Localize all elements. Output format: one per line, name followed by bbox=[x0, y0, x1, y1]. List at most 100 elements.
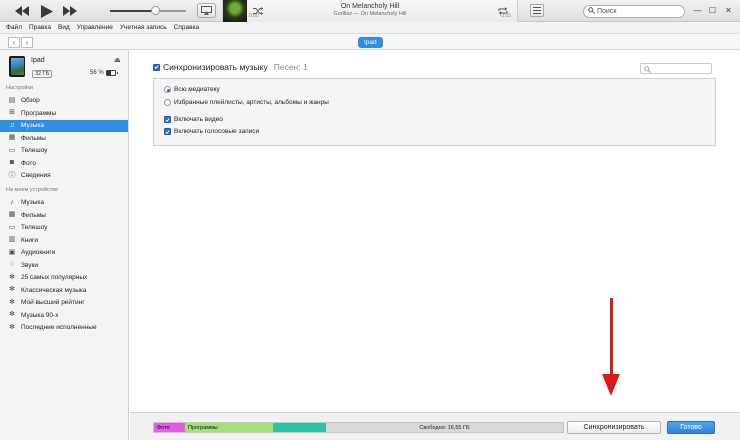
sidebar-item-device-audiobooks[interactable]: ▣ Аудиокниги bbox=[0, 247, 128, 259]
storage-segment-photos: Фото bbox=[154, 423, 185, 432]
tv-icon: ▭ bbox=[8, 223, 16, 231]
sidebar-item-label: Программы bbox=[21, 109, 57, 117]
list-view-icon[interactable] bbox=[530, 4, 544, 17]
checkbox-include-voice-memos[interactable] bbox=[164, 128, 171, 135]
menu-controls[interactable]: Управление bbox=[77, 24, 113, 31]
tv-icon: ▭ bbox=[8, 146, 16, 154]
device-button[interactable]: Ipad bbox=[358, 37, 383, 48]
sidebar-item-label: Последние исполненные bbox=[21, 324, 97, 332]
sidebar-item-apps[interactable]: ⊞ Программы bbox=[0, 108, 128, 120]
search-input[interactable] bbox=[597, 8, 677, 15]
sidebar-item-device-music[interactable]: ♪ Музыка bbox=[0, 197, 128, 209]
volume-slider[interactable] bbox=[110, 6, 186, 15]
radio-selected-playlists[interactable] bbox=[164, 99, 171, 106]
search-field[interactable] bbox=[583, 5, 685, 18]
radio-entire-library[interactable] bbox=[164, 86, 171, 93]
sidebar-item-device-tones[interactable]: ♢ Звуки bbox=[0, 260, 128, 272]
sidebar-item-playlist-top25[interactable]: ✻ 25 самых популярных bbox=[0, 272, 128, 284]
sidebar-item-label: Телешоу bbox=[21, 147, 48, 155]
sync-button[interactable]: Синхронизировать bbox=[567, 421, 661, 434]
option-label: Избранные плейлисты, артисты, альбомы и … bbox=[174, 99, 329, 106]
sidebar-item-label: Музыка bbox=[21, 199, 44, 207]
sidebar-item-label: Музыка bbox=[21, 122, 44, 130]
sidebar-item-playlist-top-rated[interactable]: ✻ Мой высший рейтинг bbox=[0, 297, 128, 309]
storage-segment-other bbox=[273, 423, 326, 432]
info-icon: ⓘ bbox=[8, 171, 16, 179]
done-button[interactable]: Готово bbox=[667, 421, 715, 434]
sync-music-checkbox[interactable] bbox=[153, 63, 160, 71]
now-playing-display: 0:00 On Melancholy Hill Gorillaz — On Me… bbox=[222, 0, 518, 22]
sidebar-item-device-tv[interactable]: ▭ Телешоу bbox=[0, 222, 128, 234]
track-subtitle: Gorillaz — On Melancholy Hill bbox=[333, 11, 407, 17]
gear-icon: ✻ bbox=[9, 286, 15, 294]
sidebar-item-label: Звуки bbox=[21, 261, 38, 269]
film-icon: ▦ bbox=[8, 134, 16, 142]
option-entire-library[interactable]: Всю медиатеку bbox=[164, 86, 220, 93]
sidebar-item-label: Сведения bbox=[21, 172, 51, 180]
menu-view[interactable]: Вид bbox=[58, 24, 70, 31]
option-label: Включать голосовые записи bbox=[174, 128, 260, 135]
annotation-arrow-head bbox=[602, 374, 620, 396]
close-icon[interactable]: ✕ bbox=[722, 4, 735, 17]
volume-knob[interactable] bbox=[151, 6, 161, 15]
battery-percent: 56 % bbox=[90, 70, 104, 76]
gear-icon: ✻ bbox=[9, 298, 15, 306]
sidebar-item-label: Фильмы bbox=[21, 134, 46, 142]
sidebar-item-label: 25 самых популярных bbox=[21, 274, 88, 282]
minimize-icon[interactable]: — bbox=[691, 4, 704, 17]
fast-forward-icon[interactable] bbox=[62, 3, 78, 19]
device-heading: На моем устройстве bbox=[6, 187, 59, 193]
menu-edit[interactable]: Правка bbox=[29, 24, 51, 31]
sidebar-item-playlist-90s[interactable]: ✻ Музыка 90-х bbox=[0, 310, 128, 322]
gear-icon: ✻ bbox=[9, 311, 15, 319]
ipad-icon bbox=[9, 56, 25, 77]
sidebar-item-playlist-classical[interactable]: ✻ Классическая музыка bbox=[0, 285, 128, 297]
sidebar-item-movies[interactable]: ▦ Фильмы bbox=[0, 133, 128, 145]
sidebar: Ipad ⏏ 32 ГБ 56 % Настройки ▤ Обзор ⊞ Пр… bbox=[0, 50, 129, 440]
album-art bbox=[223, 0, 247, 22]
shuffle-icon[interactable] bbox=[253, 2, 263, 20]
eject-icon[interactable]: ⏏ bbox=[114, 56, 121, 64]
maximize-icon[interactable]: ☐ bbox=[706, 4, 719, 17]
playback-bar: 0:00 On Melancholy Hill Gorillaz — On Me… bbox=[0, 0, 740, 22]
option-label: Включать видео bbox=[174, 116, 223, 123]
music-note-icon: ♪ bbox=[10, 198, 14, 206]
chevron-right-icon: › bbox=[25, 38, 29, 47]
sidebar-item-device-movies[interactable]: ▦ Фильмы bbox=[0, 210, 128, 222]
sidebar-item-playlist-recent[interactable]: ✻ Последние исполненные bbox=[0, 322, 128, 334]
menu-file[interactable]: Файл bbox=[6, 24, 22, 31]
option-include-video[interactable]: Включать видео bbox=[164, 116, 223, 123]
overview-icon: ▤ bbox=[8, 96, 16, 104]
checkbox-include-video[interactable] bbox=[164, 116, 171, 123]
audiobook-icon: ▣ bbox=[8, 248, 16, 256]
sidebar-item-tv[interactable]: ▭ Телешоу bbox=[0, 145, 128, 157]
device-name: Ipad bbox=[31, 57, 45, 64]
forward-button[interactable]: › bbox=[21, 37, 33, 48]
sidebar-item-label: Мой высший рейтинг bbox=[21, 299, 85, 307]
sidebar-item-device-books[interactable]: ▥ Книги bbox=[0, 235, 128, 247]
option-include-voice-memos[interactable]: Включать голосовые записи bbox=[164, 128, 259, 135]
option-selected-playlists[interactable]: Избранные плейлисты, артисты, альбомы и … bbox=[164, 99, 329, 106]
music-search-field[interactable] bbox=[640, 63, 712, 74]
sidebar-item-label: Музыка 90-х bbox=[21, 311, 59, 319]
sidebar-item-label: Аудиокниги bbox=[21, 249, 56, 257]
book-icon: ▥ bbox=[8, 236, 16, 244]
storage-segment-apps: Программы bbox=[185, 423, 273, 432]
sidebar-item-photos[interactable]: ◙ Фото bbox=[0, 158, 128, 170]
nav-bar: ‹ › Ipad bbox=[0, 34, 740, 50]
main-content: Синхронизировать музыку Песен: 1 Всю мед… bbox=[130, 50, 740, 440]
airplay-icon[interactable] bbox=[197, 3, 216, 18]
sidebar-item-overview[interactable]: ▤ Обзор bbox=[0, 95, 128, 107]
music-note-icon: ♫ bbox=[9, 121, 15, 129]
bell-icon: ♢ bbox=[8, 261, 16, 269]
sidebar-item-music[interactable]: ♫ Музыка bbox=[0, 120, 128, 132]
menu-help[interactable]: Справка bbox=[174, 24, 200, 31]
back-button[interactable]: ‹ bbox=[8, 37, 20, 48]
search-icon bbox=[588, 7, 595, 16]
menu-account[interactable]: Учетная запись bbox=[120, 24, 167, 31]
song-count: Песен: 1 bbox=[273, 62, 308, 72]
rewind-icon[interactable] bbox=[14, 3, 30, 19]
play-icon[interactable] bbox=[38, 3, 56, 19]
option-label: Всю медиатеку bbox=[174, 86, 220, 93]
sidebar-item-info[interactable]: ⓘ Сведения bbox=[0, 170, 128, 182]
